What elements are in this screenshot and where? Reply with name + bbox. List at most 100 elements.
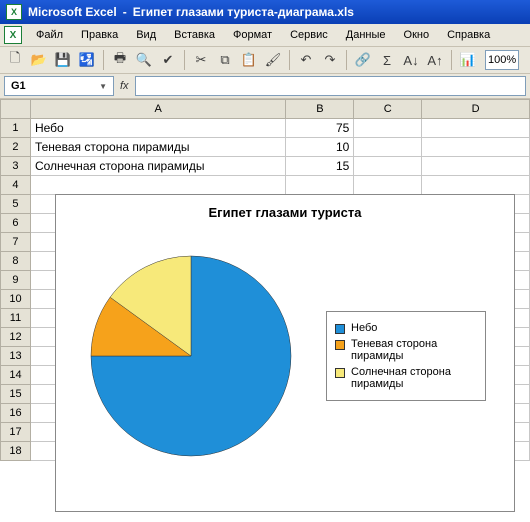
chart-legend: Небо Теневая сторона пирамиды Солнечная … bbox=[326, 311, 486, 401]
menu-edit[interactable]: Правка bbox=[73, 27, 126, 43]
cell[interactable]: Теневая сторона пирамиды bbox=[30, 138, 286, 157]
chart-title: Египет глазами туриста bbox=[56, 195, 514, 226]
paste-icon[interactable]: 📋 bbox=[238, 49, 260, 71]
cell[interactable] bbox=[422, 138, 530, 157]
row-header[interactable]: 5 bbox=[1, 195, 31, 214]
row-header[interactable]: 4 bbox=[1, 176, 31, 195]
legend-item: Небо bbox=[335, 322, 477, 334]
hyperlink-icon[interactable]: 🔗 bbox=[352, 49, 374, 71]
cell[interactable] bbox=[422, 176, 530, 195]
cell[interactable]: Небо bbox=[30, 119, 286, 138]
col-header-A[interactable]: A bbox=[30, 100, 286, 119]
toolbar-separator bbox=[346, 50, 347, 70]
menubar: X Файл Правка Вид Вставка Формат Сервис … bbox=[0, 24, 530, 47]
legend-swatch-icon bbox=[335, 340, 345, 350]
col-header-D[interactable]: D bbox=[422, 100, 530, 119]
toolbar-separator bbox=[103, 50, 104, 70]
cell[interactable] bbox=[354, 138, 422, 157]
cell[interactable]: 15 bbox=[286, 157, 354, 176]
legend-item: Солнечная сторона пирамиды bbox=[335, 366, 477, 390]
cell[interactable] bbox=[354, 157, 422, 176]
cell[interactable] bbox=[354, 176, 422, 195]
embedded-chart[interactable]: Египет глазами туриста Небо Теневая стор… bbox=[55, 194, 515, 512]
sort-asc-icon[interactable]: A↓ bbox=[400, 49, 422, 71]
cell[interactable]: 10 bbox=[286, 138, 354, 157]
col-header-B[interactable]: B bbox=[286, 100, 354, 119]
select-all-corner[interactable] bbox=[1, 100, 31, 119]
name-box-value: G1 bbox=[11, 80, 26, 92]
row-header[interactable]: 13 bbox=[1, 347, 31, 366]
cell[interactable]: 75 bbox=[286, 119, 354, 138]
row-header[interactable]: 14 bbox=[1, 366, 31, 385]
menu-format[interactable]: Формат bbox=[225, 27, 280, 43]
chart-body: Небо Теневая сторона пирамиды Солнечная … bbox=[56, 226, 514, 486]
row-header[interactable]: 2 bbox=[1, 138, 31, 157]
row-header[interactable]: 9 bbox=[1, 271, 31, 290]
excel-app-icon: X bbox=[6, 4, 22, 20]
row-header[interactable]: 8 bbox=[1, 252, 31, 271]
name-box[interactable]: G1 ▼ bbox=[4, 76, 114, 96]
preview-icon[interactable]: 🔍 bbox=[133, 49, 155, 71]
title-doc: Египет глазами туриста-диаграма.xls bbox=[133, 5, 354, 19]
menu-window[interactable]: Окно bbox=[396, 27, 438, 43]
chart-wizard-icon[interactable]: 📊 bbox=[457, 49, 479, 71]
toolbar-separator bbox=[289, 50, 290, 70]
chevron-down-icon[interactable]: ▼ bbox=[99, 82, 107, 91]
pie-chart bbox=[56, 246, 326, 466]
row-header[interactable]: 15 bbox=[1, 385, 31, 404]
row-header[interactable]: 18 bbox=[1, 442, 31, 461]
save-icon[interactable]: 💾 bbox=[52, 49, 74, 71]
row-header[interactable]: 7 bbox=[1, 233, 31, 252]
pie-svg bbox=[81, 246, 301, 466]
row-header[interactable]: 11 bbox=[1, 309, 31, 328]
cell[interactable] bbox=[422, 119, 530, 138]
title-sep: - bbox=[123, 5, 127, 19]
menu-help[interactable]: Справка bbox=[439, 27, 498, 43]
legend-item: Теневая сторона пирамиды bbox=[335, 338, 477, 362]
permission-icon[interactable]: 🛂 bbox=[76, 49, 98, 71]
autosum-icon[interactable]: Σ bbox=[376, 49, 398, 71]
excel-doc-icon[interactable]: X bbox=[4, 26, 22, 44]
legend-label: Небо bbox=[351, 322, 377, 334]
format-painter-icon[interactable]: 🖌 bbox=[262, 49, 284, 71]
title-app: Microsoft Excel bbox=[28, 5, 117, 19]
cut-icon[interactable]: ✂ bbox=[190, 49, 212, 71]
row-header[interactable]: 16 bbox=[1, 404, 31, 423]
row-header[interactable]: 3 bbox=[1, 157, 31, 176]
copy-icon[interactable]: ⧉ bbox=[214, 49, 236, 71]
formula-bar: G1 ▼ fx bbox=[0, 74, 530, 99]
open-icon[interactable]: 📂 bbox=[28, 49, 50, 71]
toolbar-separator bbox=[451, 50, 452, 70]
toolbar: 🗋 📂 💾 🛂 🖶 🔍 ✔ ✂ ⧉ 📋 🖌 ↶ ↷ 🔗 Σ A↓ A↑ 📊 10… bbox=[0, 47, 530, 74]
cell[interactable] bbox=[422, 157, 530, 176]
legend-label: Солнечная сторона пирамиды bbox=[351, 366, 477, 390]
row-header[interactable]: 6 bbox=[1, 214, 31, 233]
menu-data[interactable]: Данные bbox=[338, 27, 394, 43]
row-header[interactable]: 1 bbox=[1, 119, 31, 138]
cell[interactable] bbox=[354, 119, 422, 138]
cell[interactable] bbox=[286, 176, 354, 195]
menu-insert[interactable]: Вставка bbox=[166, 27, 223, 43]
fx-icon[interactable]: fx bbox=[120, 80, 129, 92]
legend-swatch-icon bbox=[335, 324, 345, 334]
legend-label: Теневая сторона пирамиды bbox=[351, 338, 477, 362]
legend-swatch-icon bbox=[335, 368, 345, 378]
col-header-C[interactable]: C bbox=[354, 100, 422, 119]
sort-desc-icon[interactable]: A↑ bbox=[424, 49, 446, 71]
row-header[interactable]: 12 bbox=[1, 328, 31, 347]
zoom-box[interactable]: 100% bbox=[485, 50, 519, 70]
cell[interactable]: Солнечная сторона пирамиды bbox=[30, 157, 286, 176]
menu-view[interactable]: Вид bbox=[128, 27, 164, 43]
print-icon[interactable]: 🖶 bbox=[109, 49, 131, 71]
row-header[interactable]: 17 bbox=[1, 423, 31, 442]
row-header[interactable]: 10 bbox=[1, 290, 31, 309]
menu-tools[interactable]: Сервис bbox=[282, 27, 336, 43]
spell-icon[interactable]: ✔ bbox=[157, 49, 179, 71]
titlebar: X Microsoft Excel - Египет глазами турис… bbox=[0, 0, 530, 24]
menu-file[interactable]: Файл bbox=[28, 27, 71, 43]
cell[interactable] bbox=[30, 176, 286, 195]
undo-icon[interactable]: ↶ bbox=[295, 49, 317, 71]
redo-icon[interactable]: ↷ bbox=[319, 49, 341, 71]
formula-input[interactable] bbox=[135, 76, 526, 96]
new-icon[interactable]: 🗋 bbox=[4, 49, 26, 71]
